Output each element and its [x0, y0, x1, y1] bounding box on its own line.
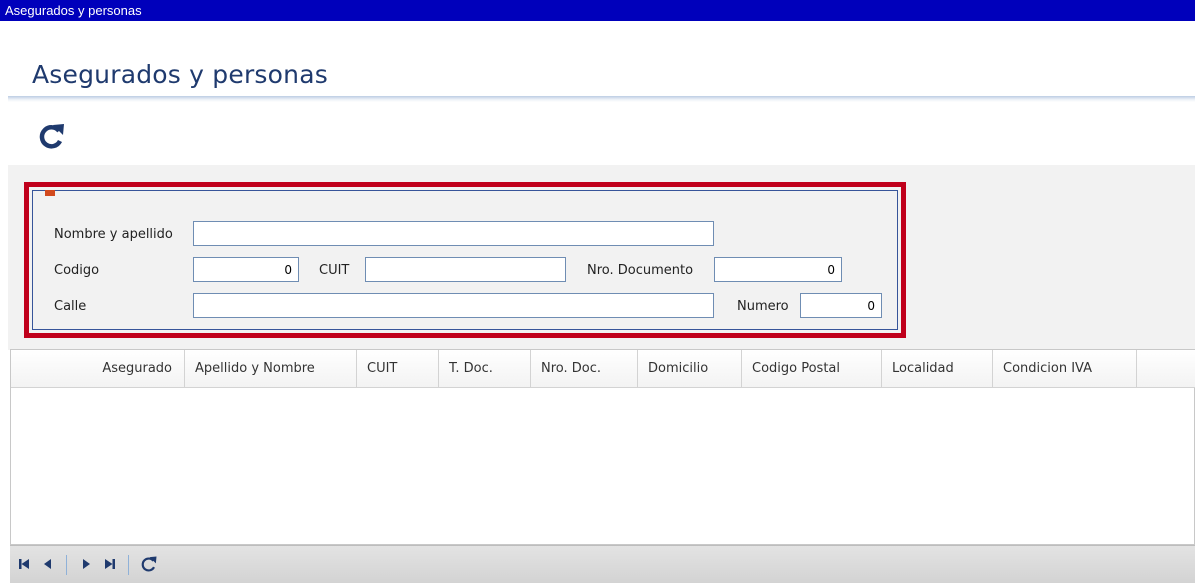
- cuit-label: CUIT: [319, 263, 350, 278]
- calle-label: Calle: [54, 299, 87, 314]
- first-page-button[interactable]: [16, 556, 32, 572]
- next-page-button[interactable]: [78, 556, 94, 572]
- next-page-icon: [83, 559, 90, 569]
- column-header-apellido-nombre[interactable]: Apellido y Nombre: [185, 350, 357, 388]
- nro-documento-label: Nro. Documento: [587, 263, 694, 278]
- calle-input[interactable]: [193, 293, 714, 318]
- column-header-condicion-iva[interactable]: Condicion IVA: [993, 350, 1137, 388]
- last-page-button[interactable]: [102, 556, 118, 572]
- page-title: Asegurados y personas: [32, 60, 328, 89]
- window-titlebar: Asegurados y personas: [0, 0, 1195, 21]
- last-page-icon: [105, 559, 115, 569]
- column-header-domicilio[interactable]: Domicilio: [638, 350, 742, 388]
- refresh-icon: [141, 556, 157, 572]
- column-header-tipo-doc[interactable]: T. Doc.: [439, 350, 531, 388]
- app-window: Asegurados y personas Asegurados y perso…: [0, 0, 1195, 583]
- nombre-input[interactable]: [193, 221, 714, 246]
- previous-page-button[interactable]: [40, 556, 56, 572]
- grid-header: Asegurado Apellido y Nombre CUIT T. Doc.…: [11, 350, 1195, 388]
- cuit-input[interactable]: [365, 257, 566, 282]
- pager-separator: [66, 555, 67, 575]
- previous-page-icon: [44, 559, 51, 569]
- filter-fieldset: Nombre y apellido Codigo CUIT Nro. Docum…: [32, 190, 898, 330]
- collapse-toggle[interactable]: [45, 190, 55, 196]
- nro-documento-input[interactable]: [714, 257, 842, 282]
- filter-panel: Nombre y apellido Codigo CUIT Nro. Docum…: [24, 182, 906, 338]
- pagination-toolbar: [10, 545, 1195, 583]
- refresh-icon: [39, 124, 64, 149]
- column-header-codigo-postal[interactable]: Codigo Postal: [742, 350, 882, 388]
- numero-input[interactable]: [800, 293, 882, 318]
- first-page-icon: [19, 559, 29, 569]
- column-header-cuit[interactable]: CUIT: [357, 350, 439, 388]
- results-grid: Asegurado Apellido y Nombre CUIT T. Doc.…: [10, 349, 1195, 545]
- pager-separator: [128, 555, 129, 575]
- pager-refresh-button[interactable]: [139, 554, 159, 574]
- column-header-nro-doc[interactable]: Nro. Doc.: [531, 350, 638, 388]
- column-header-localidad[interactable]: Localidad: [882, 350, 993, 388]
- codigo-input[interactable]: [193, 257, 299, 282]
- column-header-asegurado[interactable]: Asegurado: [11, 350, 185, 388]
- numero-label: Numero: [737, 299, 789, 314]
- nombre-label: Nombre y apellido: [54, 227, 173, 242]
- codigo-label: Codigo: [54, 263, 100, 278]
- title-divider: [8, 96, 1195, 102]
- refresh-button[interactable]: [36, 120, 68, 152]
